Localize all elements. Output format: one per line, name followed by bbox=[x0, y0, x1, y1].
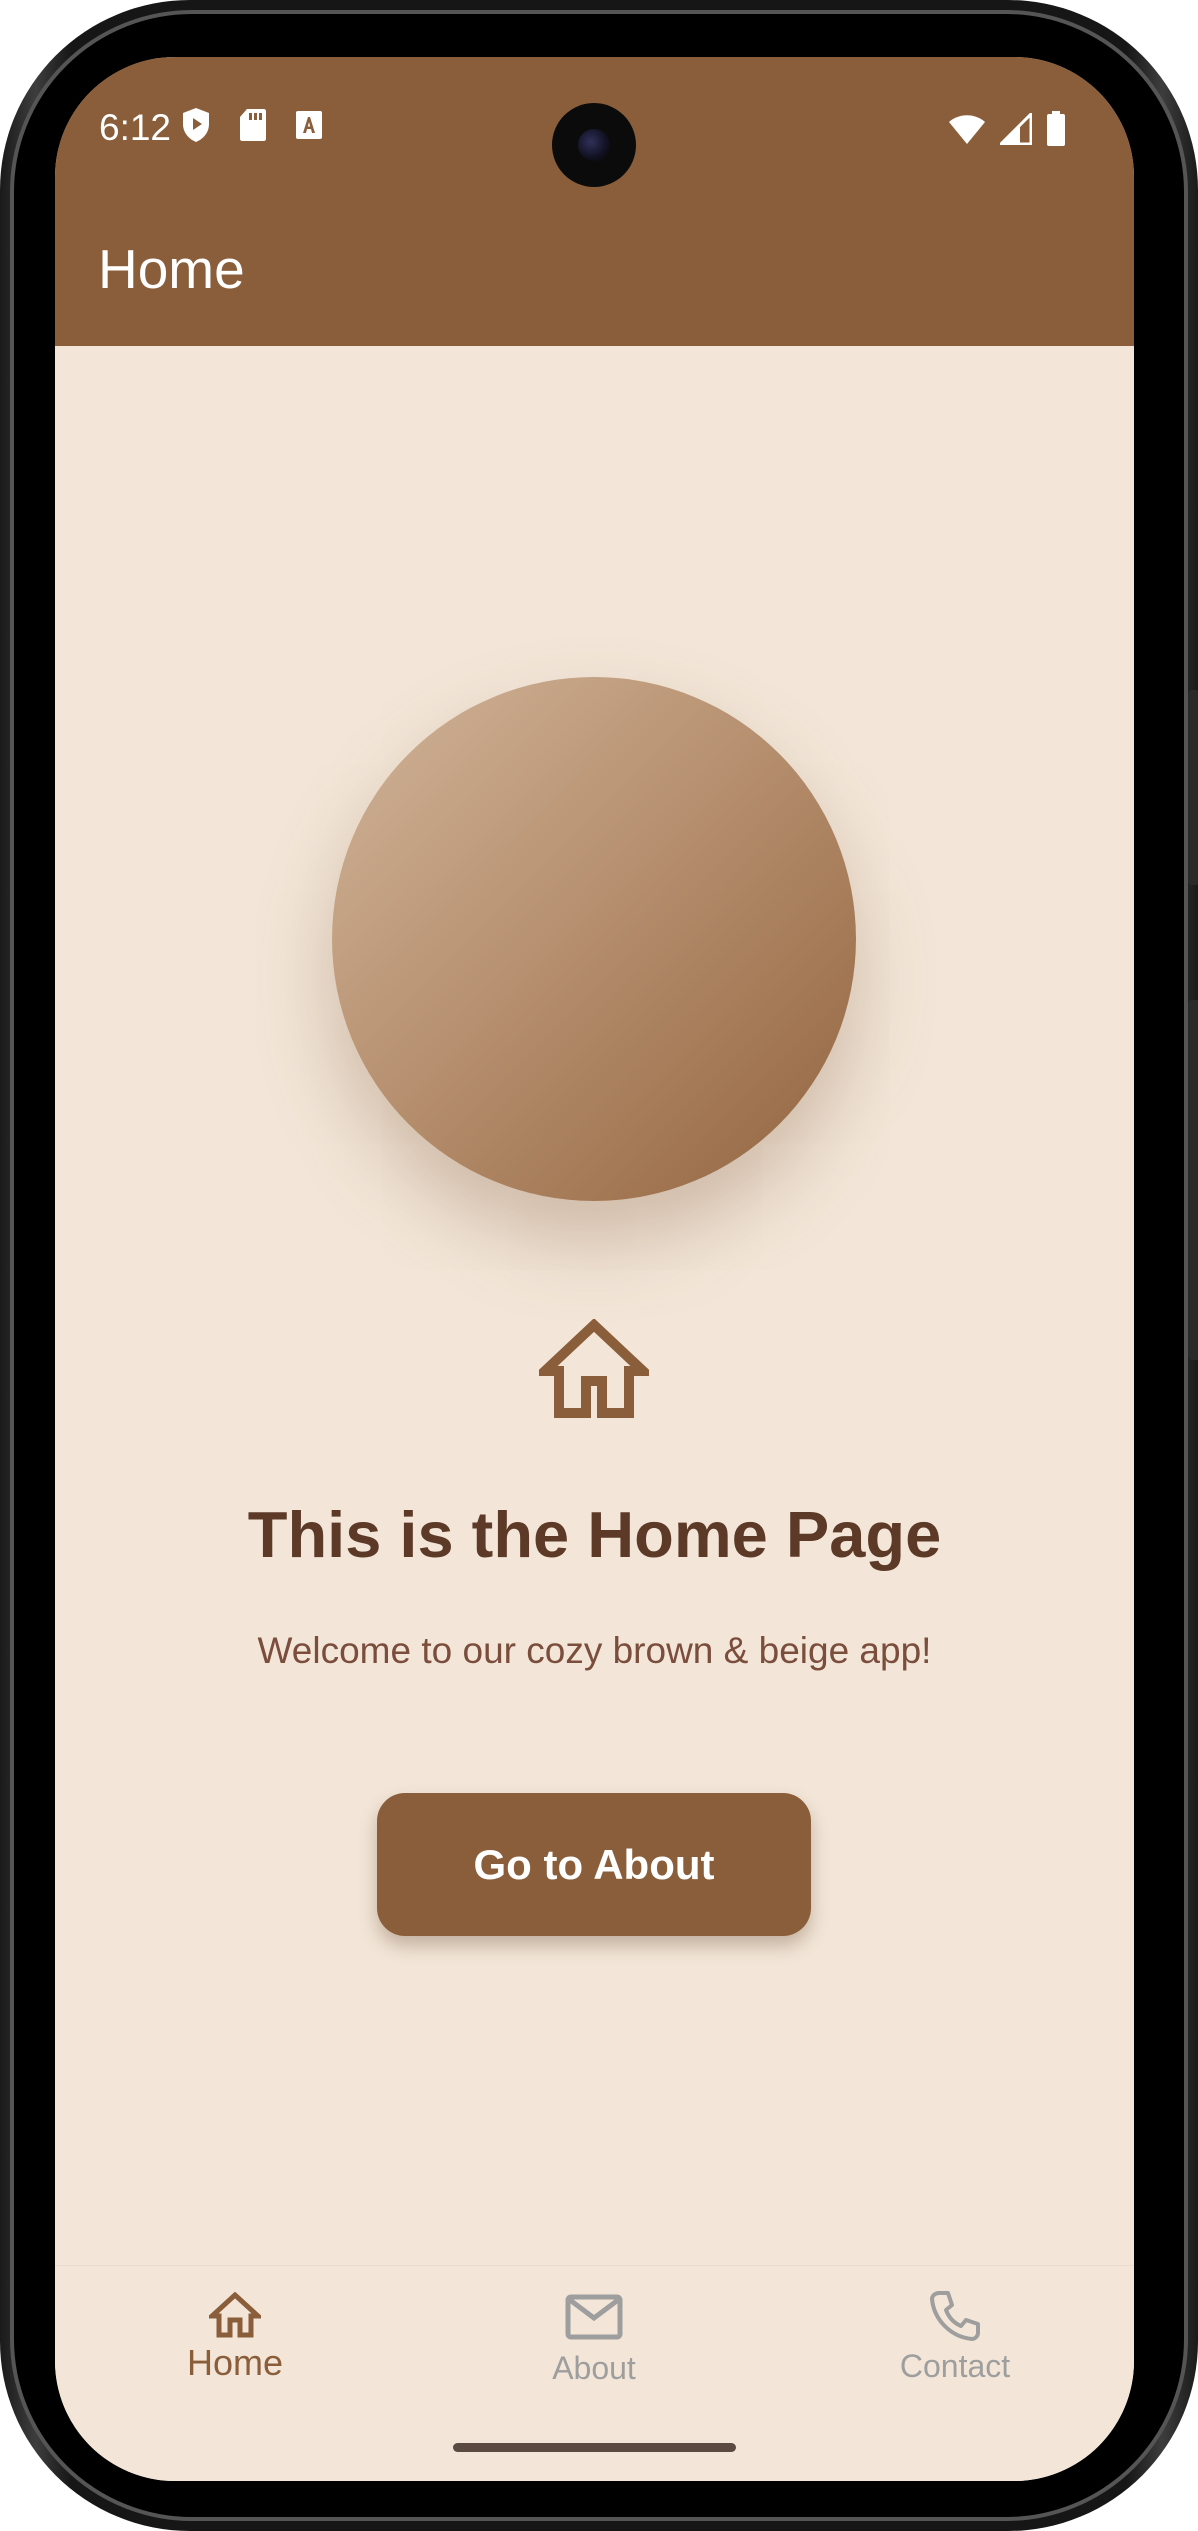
phone-icon bbox=[930, 2291, 980, 2341]
volume-button bbox=[1188, 1000, 1198, 1360]
shield-play-icon bbox=[183, 108, 209, 142]
page-heading: This is the Home Page bbox=[247, 1498, 942, 1571]
wifi-icon bbox=[949, 115, 985, 144]
hero-circle bbox=[332, 677, 856, 1201]
cell-signal-icon bbox=[1000, 113, 1032, 145]
nav-item-contact[interactable]: Contact bbox=[825, 2266, 1085, 2416]
font-a-icon bbox=[296, 111, 322, 139]
home-outline-icon bbox=[539, 1319, 649, 1418]
page-subtext: Welcome to our cozy brown & beige app! bbox=[257, 1630, 932, 1671]
nav-item-about[interactable]: About bbox=[464, 2266, 724, 2416]
mail-icon bbox=[565, 2294, 623, 2340]
nav-label-about: About bbox=[552, 2350, 636, 2386]
status-notification-icons bbox=[181, 107, 323, 143]
nav-item-home[interactable]: Home bbox=[105, 2266, 365, 2416]
front-camera bbox=[552, 103, 636, 187]
home-icon bbox=[209, 2292, 261, 2338]
app-bar: 6:12 Home bbox=[55, 57, 1134, 346]
screen: 6:12 Home This is the Home Page Welcome … bbox=[55, 57, 1134, 2481]
status-system-icons bbox=[948, 111, 1066, 147]
nav-label-home: Home bbox=[186, 2342, 284, 2383]
phone-frame: 6:12 Home This is the Home Page Welcome … bbox=[0, 0, 1198, 2531]
nav-label-contact: Contact bbox=[899, 2348, 1011, 2384]
go-to-about-button[interactable]: Go to About bbox=[377, 1793, 811, 1936]
battery-icon bbox=[1047, 111, 1065, 146]
status-time: 6:12 bbox=[99, 107, 172, 148]
app-bar-title: Home bbox=[98, 238, 245, 300]
power-button bbox=[1188, 690, 1198, 885]
sd-card-icon bbox=[240, 109, 266, 141]
home-gesture-bar[interactable] bbox=[453, 2443, 736, 2452]
